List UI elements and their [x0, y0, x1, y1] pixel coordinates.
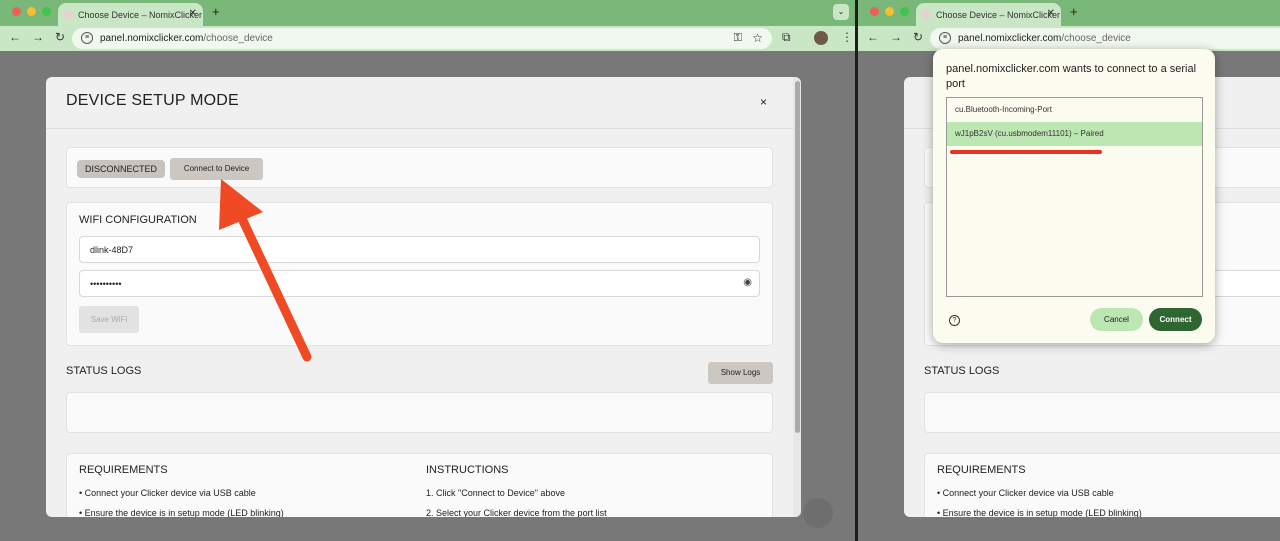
- list-item: • Connect your Clicker device via USB ca…: [937, 488, 1114, 498]
- maximize-window-button[interactable]: [900, 7, 909, 16]
- connect-device-button[interactable]: Connect to Device: [170, 158, 263, 180]
- window-controls: [870, 7, 909, 16]
- port-list: cu.Bluetooth-Incoming-Port wJ1pB2sV (cu.…: [946, 97, 1203, 297]
- new-tab-icon[interactable]: +: [212, 4, 220, 19]
- floating-action-button[interactable]: [803, 498, 833, 528]
- instructions-title: INSTRUCTIONS: [426, 464, 509, 476]
- site-settings-icon[interactable]: ≡: [939, 32, 951, 44]
- requirements-title: REQUIREMENTS: [79, 464, 168, 476]
- forward-icon[interactable]: →: [890, 30, 902, 44]
- tab-close-icon[interactable]: ✕: [1047, 8, 1055, 19]
- cancel-button[interactable]: Cancel: [1090, 308, 1143, 331]
- requirements-title: REQUIREMENTS: [937, 464, 1026, 476]
- status-badge: DISCONNECTED: [77, 160, 166, 178]
- key-icon[interactable]: ⚿: [734, 32, 742, 45]
- port-item-selected[interactable]: wJ1pB2sV (cu.usbmodem11101) – Paired: [947, 122, 1202, 146]
- status-logs-title: STATUS LOGS: [924, 365, 1000, 377]
- list-item: • Ensure the device is in setup mode (LE…: [79, 508, 284, 517]
- star-icon[interactable]: ☆: [752, 31, 763, 45]
- password-value: ••••••••••: [90, 279, 122, 289]
- url-path: /choose_device: [1061, 33, 1131, 44]
- window-controls: [12, 7, 51, 16]
- connection-card: DISCONNECTED Connect to Device: [66, 147, 773, 188]
- list-item: • Connect your Clicker device via USB ca…: [79, 488, 256, 498]
- minimize-window-button[interactable]: [885, 7, 894, 16]
- password-field[interactable]: •••••••••• ◉: [79, 270, 760, 297]
- browser-toolbar: ← → ↻ ≡ panel.nomixclicker.com/choose_de…: [858, 26, 1280, 51]
- reload-icon[interactable]: ↻: [913, 30, 923, 44]
- list-item: 2. Select your Clicker device from the p…: [426, 508, 607, 517]
- wifi-card: WIFI CONFIGURATION dlink-48D7 ••••••••••…: [66, 202, 773, 346]
- annotation-underline: [950, 150, 1102, 154]
- scrollbar-thumb[interactable]: [795, 81, 800, 433]
- extensions-icon[interactable]: ⧉: [782, 30, 791, 45]
- browser-toolbar: ← → ↻ ≡ panel.nomixclicker.com/choose_de…: [0, 26, 855, 51]
- tab-title: Choose Device – NomixClicker: [936, 10, 1061, 20]
- reload-icon[interactable]: ↻: [55, 30, 65, 44]
- divider: [46, 128, 801, 129]
- tab-choose-device[interactable]: Choose Device – NomixClicker ✕: [58, 3, 203, 26]
- browser-window-left: Choose Device – NomixClicker ✕ + ⌄ ← → ↻…: [0, 0, 855, 541]
- modal-title: DEVICE SETUP MODE: [66, 92, 239, 109]
- favicon-icon: [922, 10, 931, 19]
- eye-icon[interactable]: ◉: [743, 277, 752, 288]
- logs-card: [924, 392, 1280, 433]
- close-window-button[interactable]: [870, 7, 879, 16]
- tab-search-icon[interactable]: ⌄: [833, 4, 849, 20]
- close-window-button[interactable]: [12, 7, 21, 16]
- list-item: 1. Click "Connect to Device" above: [426, 488, 565, 498]
- avatar[interactable]: [814, 31, 828, 45]
- minimize-window-button[interactable]: [27, 7, 36, 16]
- ssid-input[interactable]: dlink-48D7: [79, 236, 760, 263]
- info-card: REQUIREMENTS • Connect your Clicker devi…: [66, 453, 773, 517]
- page-overlay: DEVICE SETUP MODE × DISCONNECTED Connect…: [0, 51, 855, 541]
- setup-modal: DEVICE SETUP MODE × DISCONNECTED Connect…: [46, 77, 801, 517]
- new-tab-icon[interactable]: +: [1070, 4, 1078, 19]
- tab-close-icon[interactable]: ✕: [189, 8, 197, 19]
- url-host: panel.nomixclicker.com: [100, 33, 204, 44]
- serial-port-dialog: panel.nomixclicker.com wants to connect …: [933, 49, 1215, 343]
- address-bar[interactable]: ≡ panel.nomixclicker.com/choose_device: [930, 28, 1280, 49]
- help-icon[interactable]: ?: [949, 315, 960, 326]
- kebab-menu-icon[interactable]: ⋮: [841, 30, 853, 44]
- maximize-window-button[interactable]: [42, 7, 51, 16]
- info-card: REQUIREMENTS • Connect your Clicker devi…: [924, 453, 1280, 517]
- url-path: /choose_device: [203, 33, 273, 44]
- connect-button[interactable]: Connect: [1149, 308, 1202, 331]
- save-wifi-button[interactable]: Save WiFi: [79, 306, 139, 333]
- url-host: panel.nomixclicker.com: [958, 33, 1062, 44]
- forward-icon[interactable]: →: [32, 30, 44, 44]
- tab-strip: Choose Device – NomixClicker ✕ + ⌄: [0, 0, 855, 26]
- show-logs-button[interactable]: Show Logs: [708, 362, 773, 384]
- status-logs-title: STATUS LOGS: [66, 365, 142, 377]
- browser-window-right: Choose Device – NomixClicker ✕ + ← → ↻ ≡…: [858, 0, 1280, 541]
- port-item[interactable]: cu.Bluetooth-Incoming-Port: [947, 98, 1202, 122]
- tab-choose-device[interactable]: Choose Device – NomixClicker ✕: [916, 3, 1061, 26]
- instructions-list: 1. Click "Connect to Device" above 2. Se…: [426, 483, 607, 517]
- favicon-icon: [64, 10, 73, 19]
- site-settings-icon[interactable]: ≡: [81, 32, 93, 44]
- requirements-list: • Connect your Clicker device via USB ca…: [937, 483, 1142, 517]
- close-icon[interactable]: ×: [760, 95, 767, 109]
- dialog-title: panel.nomixclicker.com wants to connect …: [946, 63, 1197, 90]
- tab-title: Choose Device – NomixClicker: [78, 10, 203, 20]
- logs-card: [66, 392, 773, 433]
- back-icon[interactable]: ←: [867, 30, 879, 44]
- requirements-list: • Connect your Clicker device via USB ca…: [79, 483, 284, 517]
- address-bar[interactable]: ≡ panel.nomixclicker.com/choose_device ⚿…: [72, 28, 772, 49]
- wifi-section-title: WIFI CONFIGURATION: [79, 214, 197, 226]
- back-icon[interactable]: ←: [9, 30, 21, 44]
- tab-strip: Choose Device – NomixClicker ✕ +: [858, 0, 1280, 26]
- list-item: • Ensure the device is in setup mode (LE…: [937, 508, 1142, 517]
